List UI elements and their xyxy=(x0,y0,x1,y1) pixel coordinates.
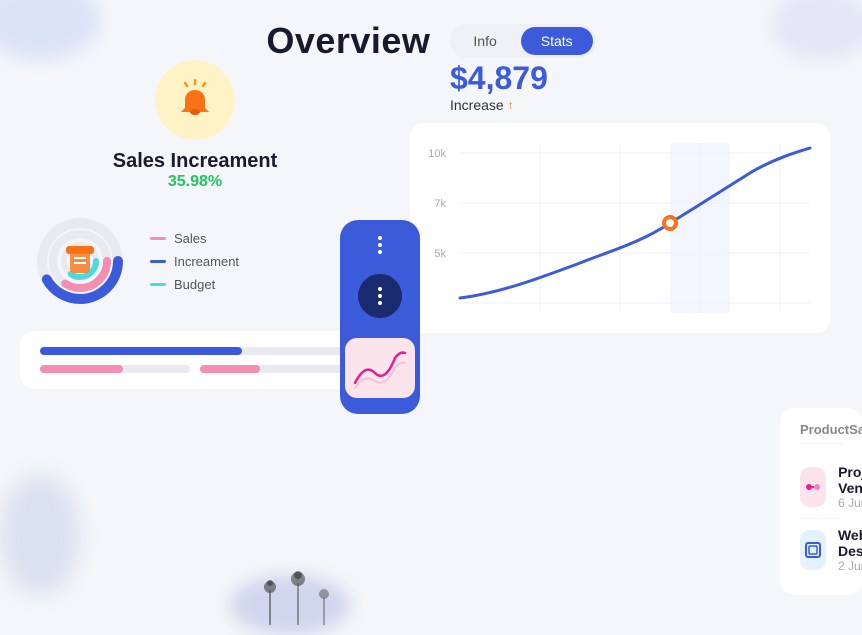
row-name-1: Project Venileas xyxy=(838,464,862,496)
legend-list: Sales Increament Budget xyxy=(150,231,239,292)
card-wave-area xyxy=(345,338,415,398)
legend-label-sales: Sales xyxy=(174,231,207,246)
page-title: Overview xyxy=(266,20,430,62)
wave-svg xyxy=(350,343,410,393)
row-name-2: Website Design xyxy=(838,527,862,559)
dot-3 xyxy=(378,250,382,254)
progress-bar-2-bg xyxy=(40,365,190,373)
col-product: Product xyxy=(800,422,849,437)
legend-increment: Increament xyxy=(150,254,239,269)
col-sales: Sales xyxy=(849,422,862,437)
circle-dot-2 xyxy=(378,294,382,298)
left-panel: Sales Increament 35.98% xyxy=(20,60,370,389)
design-icon xyxy=(802,539,824,561)
project-icon xyxy=(802,476,824,498)
bell-icon xyxy=(155,60,235,140)
bell-svg xyxy=(171,76,219,124)
table-row: Website Design 2 June 2020 $354 xyxy=(800,519,842,581)
product-table: Product Sales Project Venileas 6 June 20 xyxy=(780,408,862,595)
line-chart: 10k 7k 5k xyxy=(410,123,830,323)
row-icon-2 xyxy=(800,530,826,570)
chart-value-area: $4,879 Increase ↑ xyxy=(390,60,862,113)
arrow-up-icon: ↑ xyxy=(508,98,514,112)
legend-label-increment: Increament xyxy=(174,254,239,269)
row-date-1: 6 June 2020 xyxy=(838,496,862,510)
chart-legend-row: Sales Increament Budget xyxy=(20,211,370,311)
chart-increase: Increase ↑ xyxy=(450,97,862,113)
tab-group: Info Stats xyxy=(450,24,595,58)
deco-flower-2 xyxy=(288,565,308,625)
tab-info[interactable]: Info xyxy=(453,27,516,55)
chart-amount: $4,879 xyxy=(450,60,862,97)
progress-bar-3-bg xyxy=(200,365,350,373)
sales-percent: 35.98% xyxy=(20,173,370,191)
center-card xyxy=(340,220,420,414)
row-date-2: 2 June 2020 xyxy=(838,559,862,573)
legend-dot-sales xyxy=(150,237,166,240)
tab-stats[interactable]: Stats xyxy=(521,27,593,55)
legend-sales: Sales xyxy=(150,231,239,246)
deco-flower-1 xyxy=(260,575,280,625)
circle-dot-1 xyxy=(378,287,382,291)
increase-label: Increase xyxy=(450,97,504,113)
legend-label-budget: Budget xyxy=(174,277,215,292)
row-info-1: Project Venileas 6 June 2020 xyxy=(838,464,862,510)
page-header: Overview Info Stats xyxy=(30,20,832,62)
progress-section xyxy=(20,331,370,389)
row-icon-1 xyxy=(800,467,826,507)
row-info-2: Website Design 2 June 2020 xyxy=(838,527,862,573)
legend-budget: Budget xyxy=(150,277,239,292)
row-left-1: Project Venileas 6 June 2020 xyxy=(800,464,862,510)
progress-bar-1 xyxy=(40,347,242,355)
sales-section: Sales Increament 35.98% xyxy=(20,150,370,191)
card-dots-button[interactable] xyxy=(378,236,382,254)
progress-bar-2 xyxy=(40,365,123,373)
dot-2 xyxy=(378,243,382,247)
donut-chart xyxy=(30,211,130,311)
row-left-2: Website Design 2 June 2020 xyxy=(800,527,862,573)
right-panel: $4,879 Increase ↑ 10k xyxy=(390,60,862,625)
sales-title: Sales Increament xyxy=(20,150,370,173)
dot-1 xyxy=(378,236,382,240)
progress-bar-1-bg xyxy=(40,347,350,355)
circle-dots xyxy=(378,287,382,305)
svg-text:10k: 10k xyxy=(428,148,446,160)
bell-icon-wrap xyxy=(20,60,370,140)
table-header: Product Sales xyxy=(800,422,842,444)
legend-dot-increment xyxy=(150,260,166,263)
card-dark-circle[interactable] xyxy=(358,274,402,318)
svg-text:5k: 5k xyxy=(434,248,446,260)
progress-bar-3 xyxy=(200,365,260,373)
svg-text:7k: 7k xyxy=(434,198,446,210)
circle-dot-3 xyxy=(378,301,382,305)
deco-flower-3 xyxy=(316,585,332,625)
table-row: Project Venileas 6 June 2020 $354 xyxy=(800,456,842,519)
legend-dot-budget xyxy=(150,283,166,286)
donut-svg xyxy=(30,211,130,311)
deco-flowers xyxy=(260,565,332,625)
line-chart-svg: 10k 7k 5k xyxy=(410,123,830,333)
